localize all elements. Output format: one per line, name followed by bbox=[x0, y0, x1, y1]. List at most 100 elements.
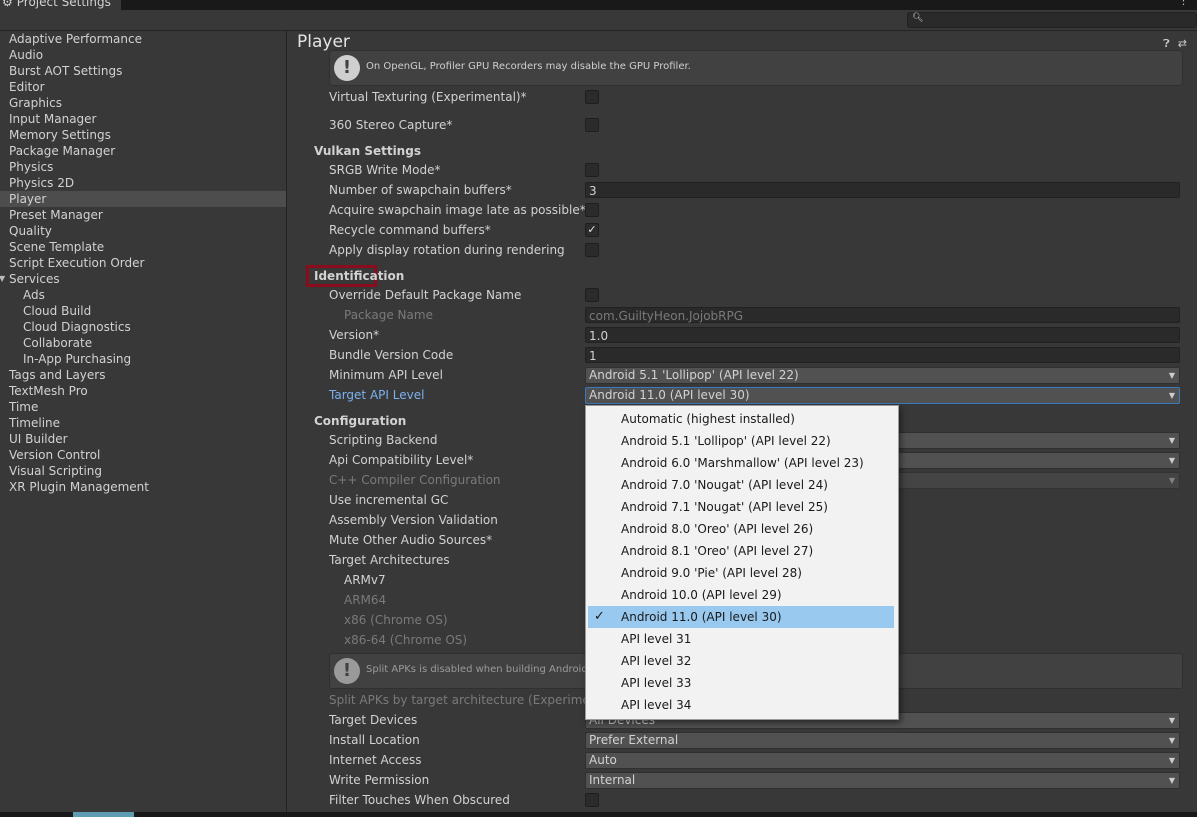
sidebar-item[interactable]: Package Manager bbox=[0, 143, 286, 159]
window-tab[interactable]: ⚙ Project Settings bbox=[0, 0, 121, 10]
info-exclamation-icon: ! bbox=[334, 55, 360, 81]
page-title: Player bbox=[297, 32, 350, 52]
sidebar-item[interactable]: Time bbox=[0, 399, 286, 415]
dropdown-option[interactable]: ✓ Android 11.0 (API level 30) bbox=[588, 606, 894, 628]
sidebar-item[interactable]: Timeline bbox=[0, 415, 286, 431]
sidebar-item-label: Input Manager bbox=[9, 112, 97, 126]
vulkan-settings-header[interactable]: Vulkan Settings bbox=[314, 144, 421, 158]
internet-access-label: Internet Access bbox=[329, 753, 422, 767]
dropdown-option[interactable]: API level 34 bbox=[588, 694, 894, 716]
internet-access-row: Internet Access Auto ▼ bbox=[287, 751, 1182, 771]
virtual-texturing-checkbox[interactable] bbox=[585, 90, 599, 104]
dropdown-option-label: Android 9.0 'Pie' (API level 28) bbox=[621, 566, 802, 580]
write-permission-dropdown[interactable]: Internal ▼ bbox=[585, 772, 1180, 789]
sidebar-item[interactable]: Burst AOT Settings bbox=[0, 63, 286, 79]
fold-arrow-icon[interactable]: ▼ bbox=[0, 271, 5, 287]
sidebar-item-label: Memory Settings bbox=[9, 128, 111, 142]
dropdown-option[interactable]: Android 6.0 'Marshmallow' (API level 23) bbox=[588, 452, 894, 474]
dropdown-option[interactable]: API level 32 bbox=[588, 650, 894, 672]
window-menu-icon[interactable]: ⋮ bbox=[1178, 0, 1189, 7]
sidebar-item[interactable]: Adaptive Performance bbox=[0, 31, 286, 47]
help-icon[interactable]: ❓︎ bbox=[1163, 37, 1170, 51]
info-exclamation-icon: ! bbox=[334, 658, 360, 684]
install-location-dropdown[interactable]: Prefer External ▼ bbox=[585, 732, 1180, 749]
bundle-code-input[interactable]: 1 bbox=[585, 347, 1180, 363]
sidebar-item[interactable]: Cloud Diagnostics bbox=[0, 319, 286, 335]
sidebar-item[interactable]: Input Manager bbox=[0, 111, 286, 127]
override-package-checkbox[interactable] bbox=[585, 288, 599, 302]
sidebar-item[interactable]: TextMesh Pro bbox=[0, 383, 286, 399]
sidebar-item[interactable]: Quality bbox=[0, 223, 286, 239]
sidebar-item-label: Time bbox=[9, 400, 39, 414]
dropdown-option[interactable]: Android 8.0 'Oreo' (API level 26) bbox=[588, 518, 894, 540]
override-package-row: Override Default Package Name bbox=[287, 286, 1182, 306]
sidebar-item[interactable]: Physics bbox=[0, 159, 286, 175]
filter-touches-checkbox[interactable] bbox=[585, 793, 599, 807]
sidebar-item-label: Cloud Build bbox=[23, 304, 92, 318]
stereo-capture-checkbox[interactable] bbox=[585, 118, 599, 132]
sidebar-item[interactable]: Visual Scripting bbox=[0, 463, 286, 479]
sidebar-item-label: Tags and Layers bbox=[9, 368, 106, 382]
version-input[interactable]: 1.0 bbox=[585, 327, 1180, 343]
acquire-checkbox[interactable] bbox=[585, 203, 599, 217]
srgb-checkbox[interactable] bbox=[585, 163, 599, 177]
sidebar-item[interactable]: XR Plugin Management bbox=[0, 479, 286, 495]
sidebar-item[interactable]: Memory Settings bbox=[0, 127, 286, 143]
cpp-config-label: C++ Compiler Configuration bbox=[329, 473, 501, 487]
dropdown-option[interactable]: Android 7.0 'Nougat' (API level 24) bbox=[588, 474, 894, 496]
sidebar-item-label: UI Builder bbox=[9, 432, 68, 446]
sidebar-item[interactable]: Physics 2D bbox=[0, 175, 286, 191]
sidebar-item[interactable]: Graphics bbox=[0, 95, 286, 111]
assembly-validation-label: Assembly Version Validation bbox=[329, 513, 498, 527]
search-input[interactable]: 🔍︎ bbox=[907, 12, 1197, 28]
toolbar: 🔍︎ bbox=[0, 10, 1197, 31]
sidebar-item[interactable]: Ads bbox=[0, 287, 286, 303]
settings-sidebar: Adaptive Performance Audio Burst AOT Setti… bbox=[0, 31, 287, 812]
dropdown-option[interactable]: API level 33 bbox=[588, 672, 894, 694]
dropdown-option[interactable]: Android 10.0 (API level 29) bbox=[588, 584, 894, 606]
recycle-checkbox[interactable]: ✓ bbox=[585, 223, 599, 237]
write-permission-row: Write Permission Internal ▼ bbox=[287, 771, 1182, 791]
sidebar-item[interactable]: Preset Manager bbox=[0, 207, 286, 223]
dropdown-option[interactable]: API level 31 bbox=[588, 628, 894, 650]
sidebar-item[interactable]: UI Builder bbox=[0, 431, 286, 447]
identification-header[interactable]: Identification bbox=[314, 269, 404, 283]
sidebar-item-label: Physics 2D bbox=[9, 176, 75, 190]
chevron-down-icon: ▼ bbox=[1168, 436, 1175, 445]
display-rotation-label: Apply display rotation during rendering bbox=[329, 243, 565, 257]
stereo-capture-row: 360 Stereo Capture* bbox=[287, 116, 1182, 136]
sidebar-item[interactable]: Cloud Build bbox=[0, 303, 286, 319]
display-rotation-checkbox[interactable] bbox=[585, 243, 599, 257]
dropdown-option-label: API level 33 bbox=[621, 676, 692, 690]
dropdown-option-label: Android 5.1 'Lollipop' (API level 22) bbox=[621, 434, 831, 448]
target-arch-label: Target Architectures bbox=[329, 553, 450, 567]
sidebar-item[interactable]: Audio bbox=[0, 47, 286, 63]
configuration-header[interactable]: Configuration bbox=[314, 414, 406, 428]
dropdown-option[interactable]: Automatic (highest installed) bbox=[588, 408, 894, 430]
sidebar-item-label: Scene Template bbox=[9, 240, 105, 254]
dropdown-option-label: Android 8.1 'Oreo' (API level 27) bbox=[621, 544, 814, 558]
sidebar-item[interactable]: In-App Purchasing bbox=[0, 351, 286, 367]
target-api-label: Target API Level bbox=[329, 388, 425, 402]
chevron-down-icon: ▼ bbox=[1168, 736, 1175, 745]
min-api-dropdown[interactable]: Android 5.1 'Lollipop' (API level 22) ▼ bbox=[585, 367, 1180, 384]
chevron-down-icon: ▼ bbox=[1168, 391, 1175, 400]
sidebar-item[interactable]: Script Execution Order bbox=[0, 255, 286, 271]
target-api-dropdown[interactable]: Android 11.0 (API level 30) ▼ bbox=[585, 387, 1180, 404]
bundle-code-row: Bundle Version Code 1 bbox=[287, 346, 1182, 366]
dropdown-option[interactable]: Android 9.0 'Pie' (API level 28) bbox=[588, 562, 894, 584]
internet-access-dropdown[interactable]: Auto ▼ bbox=[585, 752, 1180, 769]
sidebar-item[interactable]: ▼ Services bbox=[0, 271, 286, 287]
sidebar-item[interactable]: Player bbox=[0, 191, 286, 207]
sidebar-item[interactable]: Scene Template bbox=[0, 239, 286, 255]
sidebar-item[interactable]: Collaborate bbox=[0, 335, 286, 351]
dropdown-option[interactable]: Android 8.1 'Oreo' (API level 27) bbox=[588, 540, 894, 562]
dropdown-option[interactable]: Android 5.1 'Lollipop' (API level 22) bbox=[588, 430, 894, 452]
swapchain-input[interactable]: 3 bbox=[585, 182, 1180, 198]
sidebar-item[interactable]: Editor bbox=[0, 79, 286, 95]
chevron-down-icon: ▼ bbox=[1168, 716, 1175, 725]
sidebar-item[interactable]: Version Control bbox=[0, 447, 286, 463]
sidebar-item[interactable]: Tags and Layers bbox=[0, 367, 286, 383]
preset-sliders-icon[interactable]: ⇄ bbox=[1178, 37, 1187, 51]
dropdown-option[interactable]: Android 7.1 'Nougat' (API level 25) bbox=[588, 496, 894, 518]
